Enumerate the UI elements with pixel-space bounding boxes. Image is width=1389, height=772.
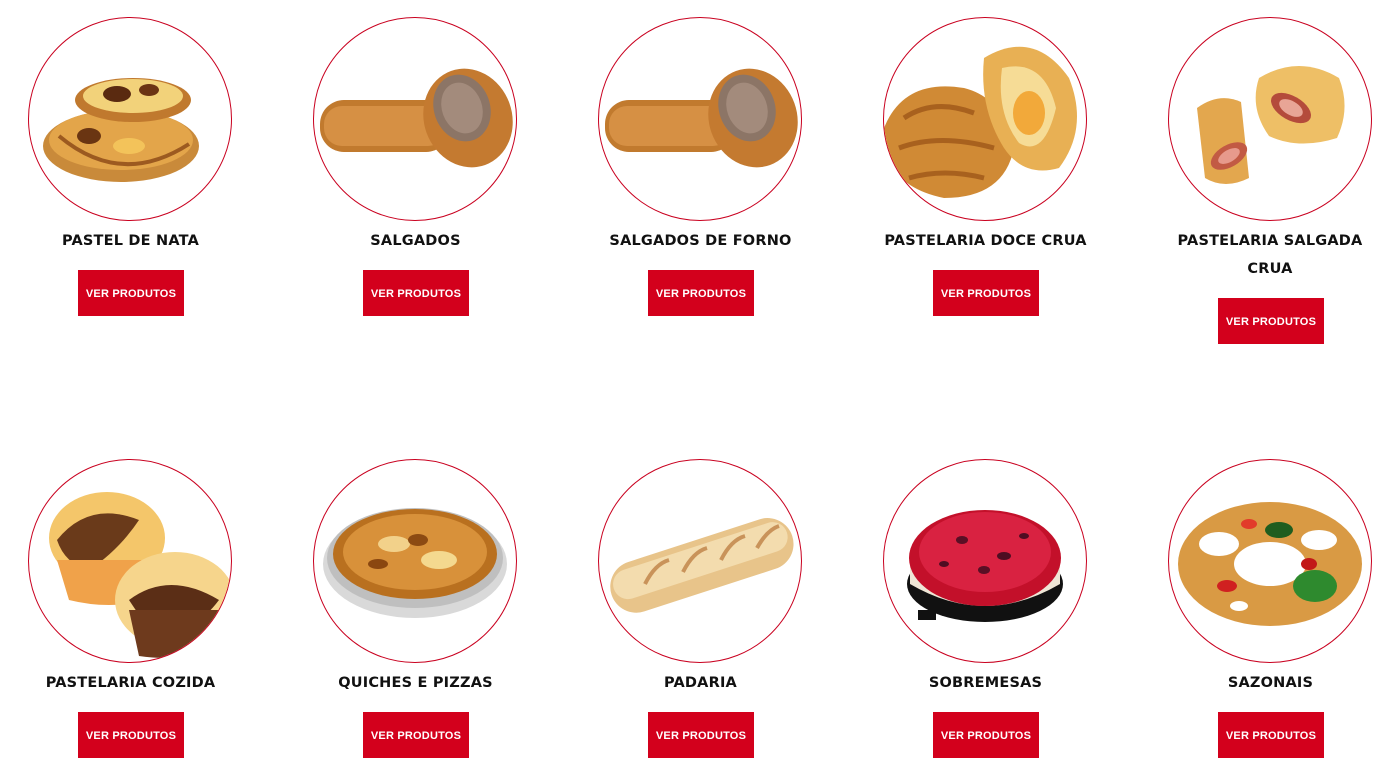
sazonais-image[interactable] (1168, 459, 1372, 663)
pastelaria-salgada-crua-illustration (1197, 66, 1345, 184)
ver-produtos-button[interactable]: VER PRODUTOS (648, 712, 754, 758)
category-title: PASTELARIA DOCE CRUA (884, 233, 1087, 249)
category-title: SOBREMESAS (928, 675, 1043, 691)
quiches-e-pizzas-illustration (323, 508, 507, 618)
salgados-illustration (320, 68, 513, 168)
ver-produtos-button[interactable]: VER PRODUTOS (648, 270, 754, 316)
category-grid: PASTEL DE NATA VER PRODUTOS SALGADOS VER… (0, 0, 1389, 772)
category-title: SAZONAIS (1227, 675, 1314, 691)
pastelaria-doce-crua-image[interactable] (883, 17, 1087, 221)
sobremesas-illustration (907, 510, 1063, 622)
ver-produtos-button[interactable]: VER PRODUTOS (1218, 298, 1324, 344)
category-title: PASTELARIA SALGADA CRUA (1177, 233, 1363, 277)
pastelaria-cozida-image[interactable] (28, 459, 232, 663)
ver-produtos-button[interactable]: VER PRODUTOS (1218, 712, 1324, 758)
ver-produtos-button[interactable]: VER PRODUTOS (78, 270, 184, 316)
category-title: PASTEL DE NATA (61, 233, 200, 249)
category-title: QUICHES E PIZZAS (338, 675, 493, 691)
sobremesas-image[interactable] (883, 459, 1087, 663)
ver-produtos-button[interactable]: VER PRODUTOS (363, 712, 469, 758)
salgados-de-forno-illustration (605, 68, 798, 168)
sazonais-illustration (1178, 502, 1362, 626)
ver-produtos-button[interactable]: VER PRODUTOS (933, 270, 1039, 316)
category-title: SALGADOS DE FORNO (609, 233, 792, 249)
ver-produtos-button[interactable]: VER PRODUTOS (78, 712, 184, 758)
ver-produtos-button[interactable]: VER PRODUTOS (933, 712, 1039, 758)
padaria-image[interactable] (598, 459, 802, 663)
pastelaria-salgada-crua-image[interactable] (1168, 17, 1372, 221)
pastelaria-doce-crua-illustration (884, 46, 1077, 198)
salgados-de-forno-image[interactable] (598, 17, 802, 221)
ver-produtos-button[interactable]: VER PRODUTOS (363, 270, 469, 316)
category-title: SALGADOS (370, 233, 461, 249)
category-title: PADARIA (664, 675, 737, 691)
padaria-illustration (610, 518, 794, 613)
quiches-e-pizzas-image[interactable] (313, 459, 517, 663)
pastel-de-nata-image[interactable] (28, 17, 232, 221)
pastelaria-cozida-illustration (49, 492, 231, 658)
category-title: PASTELARIA COZIDA (45, 675, 216, 691)
pastel-de-nata-illustration (43, 78, 199, 182)
salgados-image[interactable] (313, 17, 517, 221)
